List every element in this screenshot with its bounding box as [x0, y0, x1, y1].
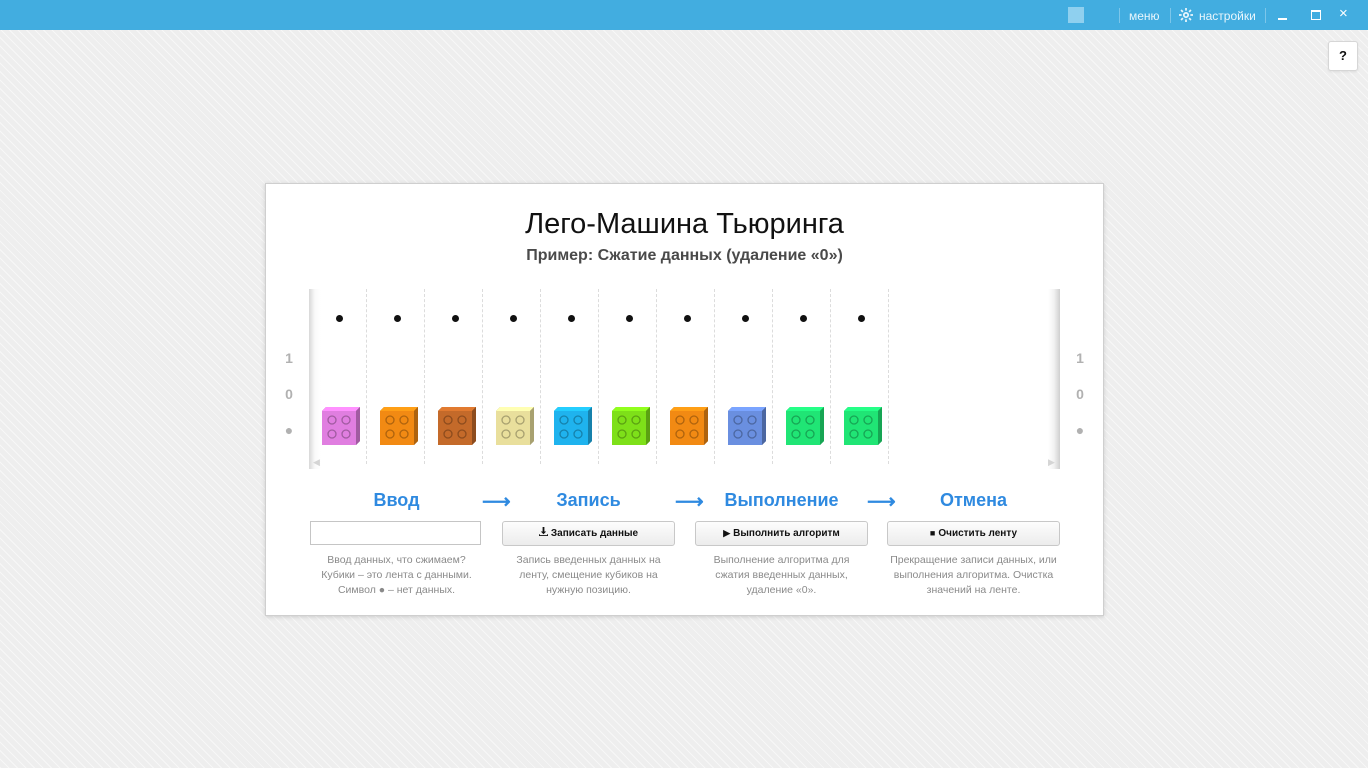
head-dot-icon	[452, 315, 459, 322]
tape-cell	[483, 289, 541, 464]
step-desc-input: Ввод данных, что сжимаем? Кубики – это л…	[321, 554, 472, 596]
write-data-label: Записать данные	[550, 528, 639, 539]
head-dot-icon	[800, 315, 807, 322]
tape: ◀ ▶	[309, 289, 1060, 469]
row-label-1: 1	[285, 350, 293, 366]
step-desc-cancel: Прекращение записи данных, или выполнени…	[890, 554, 1057, 596]
lego-brick-icon	[670, 407, 708, 445]
tape-cell	[773, 289, 831, 464]
titlebar-divider	[1170, 8, 1171, 23]
lego-brick-icon	[612, 407, 650, 445]
stop-icon: ■	[929, 528, 936, 538]
write-data-button[interactable]: Записать данные	[502, 521, 675, 546]
main-card: Лего-Машина Тьюринга Пример: Сжатие данн…	[265, 183, 1104, 616]
step-title-write: Запись	[556, 490, 621, 510]
tape-cell	[309, 289, 367, 464]
download-icon	[538, 527, 548, 536]
step-title-execute: Выполнение	[724, 490, 839, 510]
step-title-input: Ввод	[373, 490, 420, 510]
minimize-icon[interactable]	[1278, 18, 1287, 20]
titlebar-divider	[1265, 8, 1266, 23]
window-titlebar: меню настройки ×	[0, 0, 1368, 30]
page-title: Лего-Машина Тьюринга	[525, 208, 844, 240]
tape-cell	[715, 289, 773, 464]
head-dot-icon	[684, 315, 691, 322]
row-label-empty: ●	[284, 422, 294, 438]
close-icon[interactable]: ×	[1339, 5, 1348, 22]
tape-cell	[657, 289, 715, 464]
clear-tape-label: Очистить ленту	[938, 528, 1018, 539]
play-icon: ▶	[723, 528, 731, 538]
lego-brick-icon	[380, 407, 418, 445]
gear-icon[interactable]	[1179, 8, 1193, 22]
clear-tape-button[interactable]: ■ Очистить ленту	[887, 521, 1060, 546]
row-label-0: 0	[1076, 386, 1084, 402]
maximize-icon[interactable]	[1311, 10, 1321, 20]
data-input[interactable]	[310, 521, 481, 545]
tape-cell	[425, 289, 483, 464]
menu-button[interactable]: меню	[1129, 9, 1160, 23]
help-button[interactable]: ?	[1328, 41, 1358, 71]
row-label-0: 0	[285, 386, 293, 402]
head-dot-icon	[742, 315, 749, 322]
lego-brick-icon	[438, 407, 476, 445]
head-dot-icon	[336, 315, 343, 322]
lego-brick-icon	[322, 407, 360, 445]
tape-cell	[367, 289, 425, 464]
row-label-empty: ●	[1075, 422, 1085, 438]
settings-button[interactable]: настройки	[1199, 9, 1256, 23]
head-dot-icon	[626, 315, 633, 322]
run-algorithm-label: Выполнить алгоритм	[733, 528, 840, 539]
tape-cell	[599, 289, 657, 464]
head-dot-icon	[858, 315, 865, 322]
lego-brick-icon	[496, 407, 534, 445]
step-title-cancel: Отмена	[939, 490, 1008, 510]
run-algorithm-button[interactable]: ▶ Выполнить алгоритм	[695, 521, 868, 546]
tape-scroll-right-icon[interactable]: ▶	[1048, 457, 1055, 468]
tape-cell	[541, 289, 599, 464]
lego-brick-icon	[728, 407, 766, 445]
app-icon	[1068, 7, 1084, 23]
lego-brick-icon	[786, 407, 824, 445]
lego-brick-icon	[844, 407, 882, 445]
head-dot-icon	[394, 315, 401, 322]
page-subtitle: Пример: Сжатие данных (удаление «0»)	[526, 247, 843, 264]
tape-cell	[831, 289, 889, 464]
row-label-1: 1	[1076, 350, 1084, 366]
lego-brick-icon	[554, 407, 592, 445]
head-dot-icon	[568, 315, 575, 322]
step-desc-write: Запись введенных данных на ленту, смещен…	[516, 554, 661, 596]
head-dot-icon	[510, 315, 517, 322]
step-desc-execute: Выполнение алгоритма для сжатия введенны…	[713, 554, 850, 596]
titlebar-divider	[1119, 8, 1120, 23]
